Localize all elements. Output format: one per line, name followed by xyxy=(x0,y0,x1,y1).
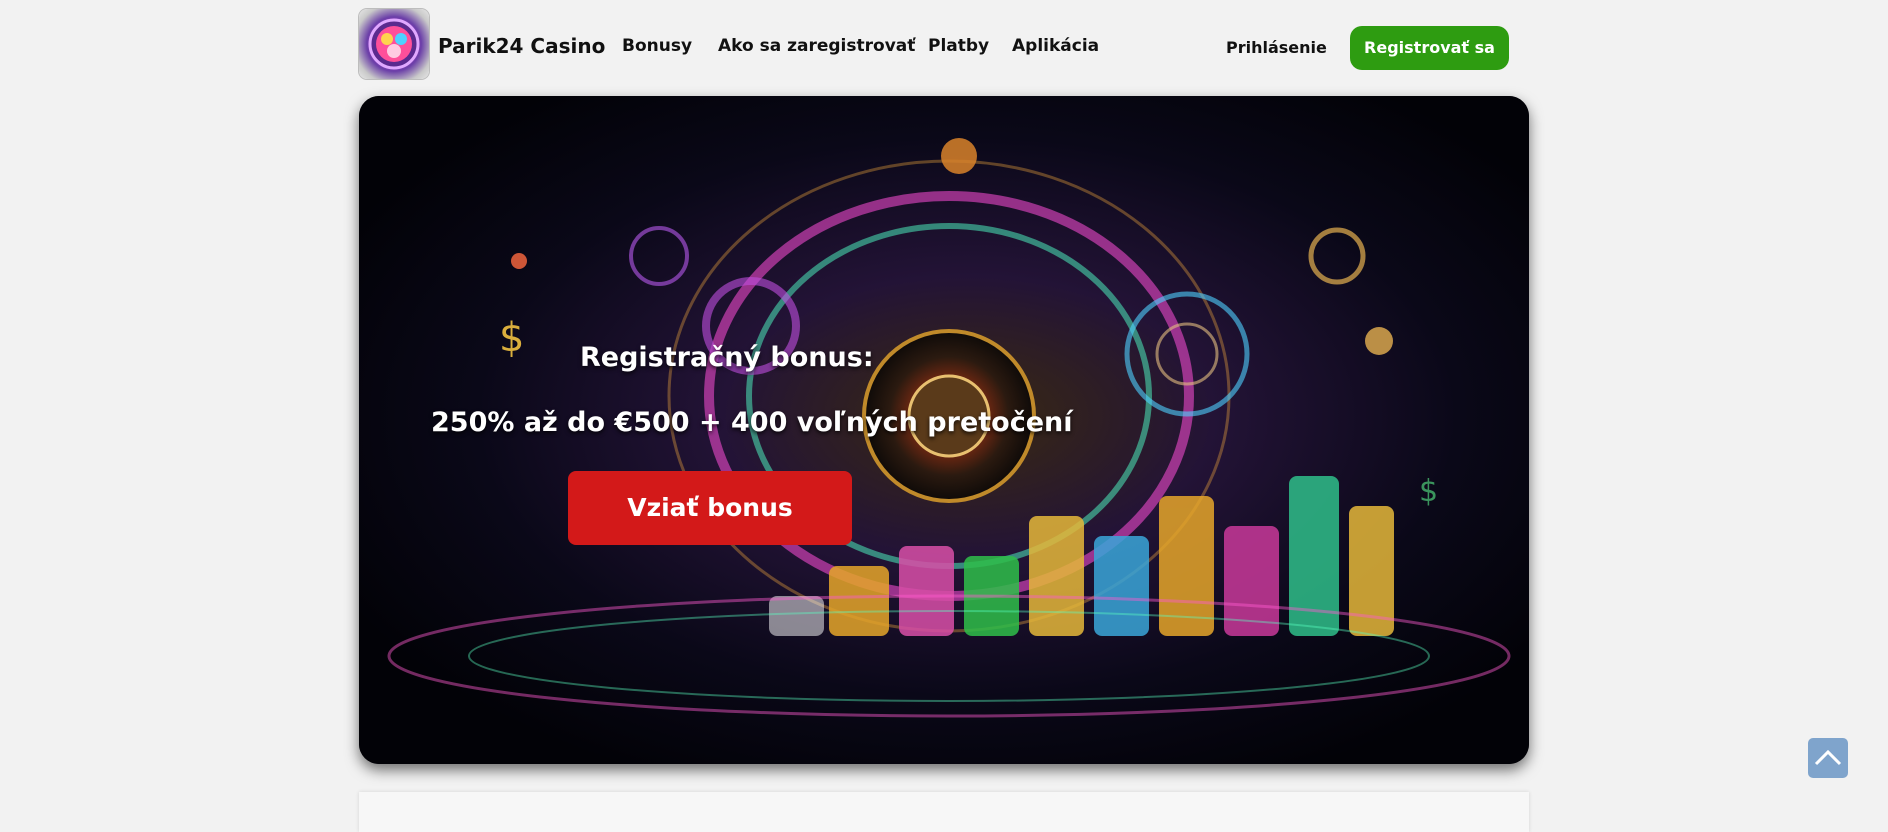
bonus-offer: 250% až do €500 + 400 voľných pretočení xyxy=(431,407,1073,438)
nav-item-app[interactable]: Aplikácia xyxy=(1012,36,1099,56)
svg-text:$: $ xyxy=(499,315,524,361)
svg-text:$: $ xyxy=(1419,474,1438,509)
nav-item-payments[interactable]: Platby xyxy=(928,36,989,56)
login-link[interactable]: Prihlásenie xyxy=(1226,38,1327,57)
site-header: Parik24 Casino Bonusy Ako sa zaregistrov… xyxy=(358,8,1530,80)
chevron-up-icon xyxy=(1814,749,1842,766)
register-button[interactable]: Registrovať sa xyxy=(1350,26,1509,70)
nav-item-bonusy[interactable]: Bonusy xyxy=(622,36,692,56)
bonus-title: Registračný bonus: xyxy=(580,342,874,373)
scroll-to-top-button[interactable] xyxy=(1808,738,1848,778)
brand-name[interactable]: Parik24 Casino xyxy=(438,34,605,58)
hero-banner: $ $ Registračný bonus: 250% až do €500 +… xyxy=(359,96,1529,764)
nav-item-registration[interactable]: Ako sa zaregistrovať xyxy=(718,36,915,56)
take-bonus-button[interactable]: Vziať bonus xyxy=(568,471,852,545)
content-section xyxy=(359,792,1529,832)
casino-logo-icon[interactable] xyxy=(359,9,429,79)
